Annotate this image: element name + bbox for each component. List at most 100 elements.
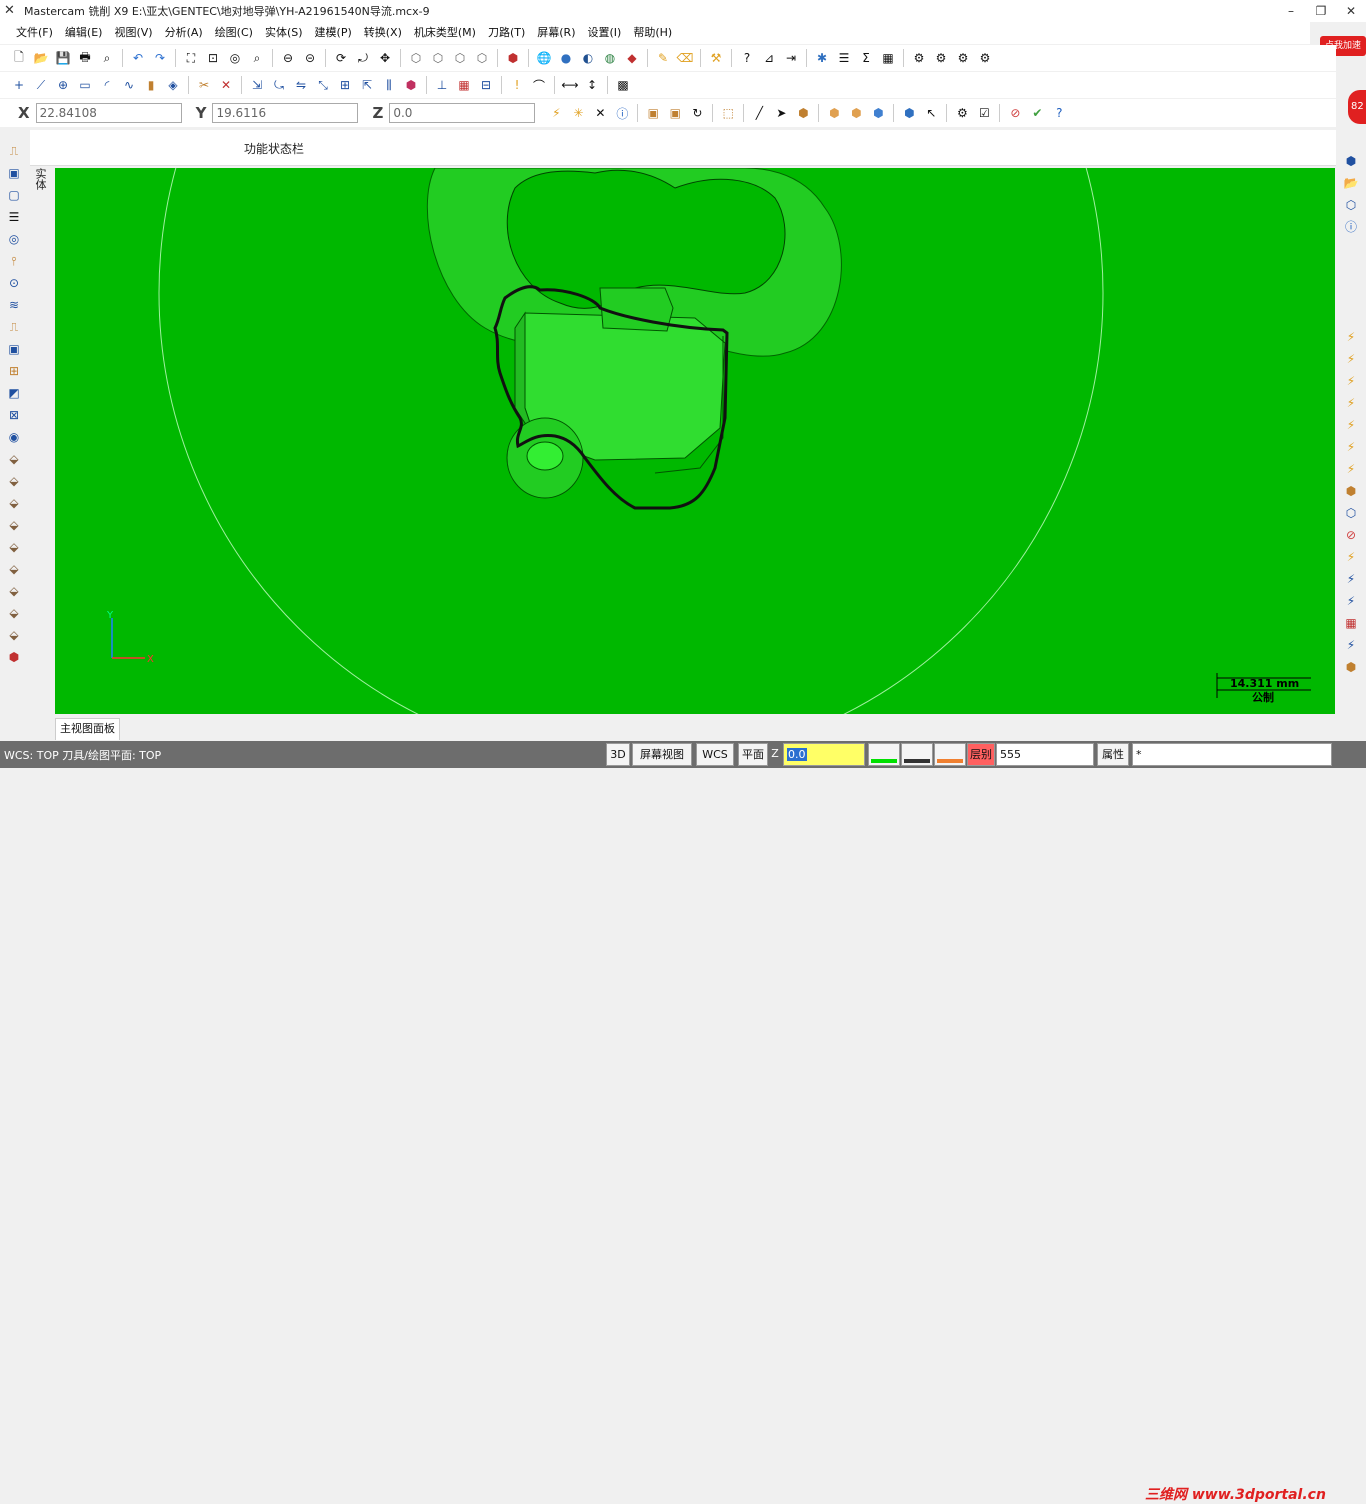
autocursor-icon[interactable]: ✳: [569, 104, 587, 122]
unzoom-icon[interactable]: ⊖: [279, 49, 297, 67]
blend-mill-icon[interactable]: ⊞: [5, 362, 23, 380]
sphere-icon[interactable]: ●: [557, 49, 575, 67]
layout-icon[interactable]: ⊟: [477, 76, 495, 94]
zoom-target-icon[interactable]: ◎: [226, 49, 244, 67]
help-icon[interactable]: ⓘ: [613, 104, 631, 122]
ok-icon[interactable]: ✔: [1028, 104, 1046, 122]
xform-rotate-icon[interactable]: ⤿: [270, 76, 288, 94]
xform-wrap-icon[interactable]: ⬢: [402, 76, 420, 94]
measure-icon[interactable]: ⊿: [760, 49, 778, 67]
surface-flash-icon[interactable]: ⚡: [1342, 460, 1360, 478]
layer-flash-icon[interactable]: ⚡: [1342, 548, 1360, 566]
menu-screen[interactable]: 屏幕(R): [531, 22, 581, 44]
menu-model[interactable]: 建模(P): [309, 22, 358, 44]
pan-icon[interactable]: ✥: [376, 49, 394, 67]
print-icon[interactable]: 🖶: [76, 49, 94, 67]
top-view-icon[interactable]: ⬡: [407, 49, 425, 67]
analyze-icon[interactable]: ⚒: [707, 49, 725, 67]
select-window-icon[interactable]: ▣: [666, 104, 684, 122]
spline-icon[interactable]: ∿: [120, 76, 138, 94]
edge-select-icon[interactable]: ⬢: [847, 104, 865, 122]
menu-file[interactable]: 文件(F): [10, 22, 59, 44]
facing-toolpath-icon[interactable]: ▢: [5, 186, 23, 204]
note-icon[interactable]: ⌒: [530, 76, 548, 94]
plane-button[interactable]: 平面: [738, 743, 768, 766]
menu-help[interactable]: 帮助(H): [627, 22, 678, 44]
palette-icon[interactable]: ▦: [1342, 614, 1360, 632]
layer-button[interactable]: 层别: [967, 743, 995, 766]
verify-select-icon[interactable]: ☑: [975, 104, 993, 122]
xform-offset-icon[interactable]: ⊞: [336, 76, 354, 94]
3d-button[interactable]: 3D: [606, 743, 630, 766]
surface-pocket-icon[interactable]: ⬙: [5, 472, 23, 490]
zoom-selected-icon[interactable]: ⌕: [248, 49, 266, 67]
menu-settings[interactable]: 设置(I): [582, 22, 628, 44]
cancel-icon[interactable]: ⊘: [1006, 104, 1024, 122]
contour-toolpath-icon[interactable]: ⎍: [5, 142, 23, 160]
cursor-snap-icon[interactable]: ✕: [591, 104, 609, 122]
surface-contour-icon[interactable]: ⬙: [5, 516, 23, 534]
spline-flash-icon[interactable]: ⚡: [1342, 438, 1360, 456]
front-view-icon[interactable]: ⬡: [429, 49, 447, 67]
menu-view[interactable]: 视图(V): [108, 22, 158, 44]
xform-translate-icon[interactable]: ⇲: [248, 76, 266, 94]
point-flash-icon[interactable]: ⚡: [1342, 372, 1360, 390]
menu-create[interactable]: 绘图(C): [209, 22, 259, 44]
surface-scallop-icon[interactable]: ⬙: [5, 538, 23, 556]
menu-machine-type[interactable]: 机床类型(M): [408, 22, 482, 44]
rectangle-icon[interactable]: ▭: [76, 76, 94, 94]
level-flash-icon[interactable]: ⚡: [1342, 570, 1360, 588]
open-file-icon[interactable]: 📂: [32, 49, 50, 67]
engrave-icon[interactable]: ⊠: [5, 406, 23, 424]
slot-toolpath-icon[interactable]: ☰: [5, 208, 23, 226]
x-coord-input[interactable]: [35, 103, 182, 123]
color-swatch-button[interactable]: [868, 743, 900, 766]
view-cube-icon[interactable]: ⬢: [504, 49, 522, 67]
surface-rough-icon[interactable]: ⬙: [5, 450, 23, 468]
zoom-window-icon[interactable]: ⊡: [204, 49, 222, 67]
grid-dots-icon[interactable]: ▦: [455, 76, 473, 94]
undo-icon[interactable]: ↶: [129, 49, 147, 67]
arc-flash-icon[interactable]: ⚡: [1342, 416, 1360, 434]
dimension-vertical-icon[interactable]: ↕: [583, 76, 601, 94]
cube-flash-icon[interactable]: ⬡: [1342, 504, 1360, 522]
mask-icon[interactable]: ⬚: [719, 104, 737, 122]
xform-project-icon[interactable]: ⇱: [358, 76, 376, 94]
selection-settings-icon[interactable]: ⚙: [953, 104, 971, 122]
menu-xform[interactable]: 转换(X): [358, 22, 408, 44]
menu-analyze[interactable]: 分析(A): [159, 22, 209, 44]
grid-view-icon[interactable]: ▦: [879, 49, 897, 67]
y-coord-input[interactable]: [212, 103, 359, 123]
layer-select[interactable]: 555: [996, 743, 1094, 766]
settings-icon[interactable]: ✱: [813, 49, 831, 67]
xform-array-icon[interactable]: ⫼: [380, 76, 398, 94]
surface-blend-icon[interactable]: ⬙: [5, 604, 23, 622]
help-query-icon[interactable]: ?: [738, 49, 756, 67]
xform-mirror-icon[interactable]: ⇋: [292, 76, 310, 94]
restore-button[interactable]: ❐: [1306, 0, 1336, 22]
body-select-icon[interactable]: ⬢: [869, 104, 887, 122]
model-chamfer-icon[interactable]: ◉: [5, 428, 23, 446]
group-select[interactable]: *: [1132, 743, 1332, 766]
face-select-icon[interactable]: ⬢: [825, 104, 843, 122]
select-back-icon[interactable]: ↖: [922, 104, 940, 122]
trim-icon[interactable]: ✂: [195, 76, 213, 94]
drill-toolpath-icon[interactable]: ⫯: [5, 252, 23, 270]
open-folder-icon[interactable]: 📂: [1342, 174, 1360, 192]
vertex-select-icon[interactable]: ⬢: [900, 104, 918, 122]
surface-project-icon[interactable]: ⬙: [5, 626, 23, 644]
stock-model-icon[interactable]: ⬢: [5, 648, 23, 666]
new-file-icon[interactable]: 🗋: [10, 49, 28, 67]
graphics-viewport[interactable]: Y X 14.311 mm 公制: [55, 168, 1335, 714]
translate-flash-icon[interactable]: ⚡: [1342, 592, 1360, 610]
hatch-icon[interactable]: ▩: [614, 76, 632, 94]
shade-flash-icon[interactable]: ⬢: [1342, 658, 1360, 676]
drafting-icon[interactable]: ⊥: [433, 76, 451, 94]
area-mill-icon[interactable]: ▣: [5, 340, 23, 358]
line-select-icon[interactable]: ╱: [750, 104, 768, 122]
screen-view-button[interactable]: 屏幕视图: [632, 743, 692, 766]
select-chain-icon[interactable]: ▣: [644, 104, 662, 122]
thread-mill-icon[interactable]: ≋: [5, 296, 23, 314]
surface-raster-icon[interactable]: ⬙: [5, 560, 23, 578]
verify-icon[interactable]: ⚙: [954, 49, 972, 67]
